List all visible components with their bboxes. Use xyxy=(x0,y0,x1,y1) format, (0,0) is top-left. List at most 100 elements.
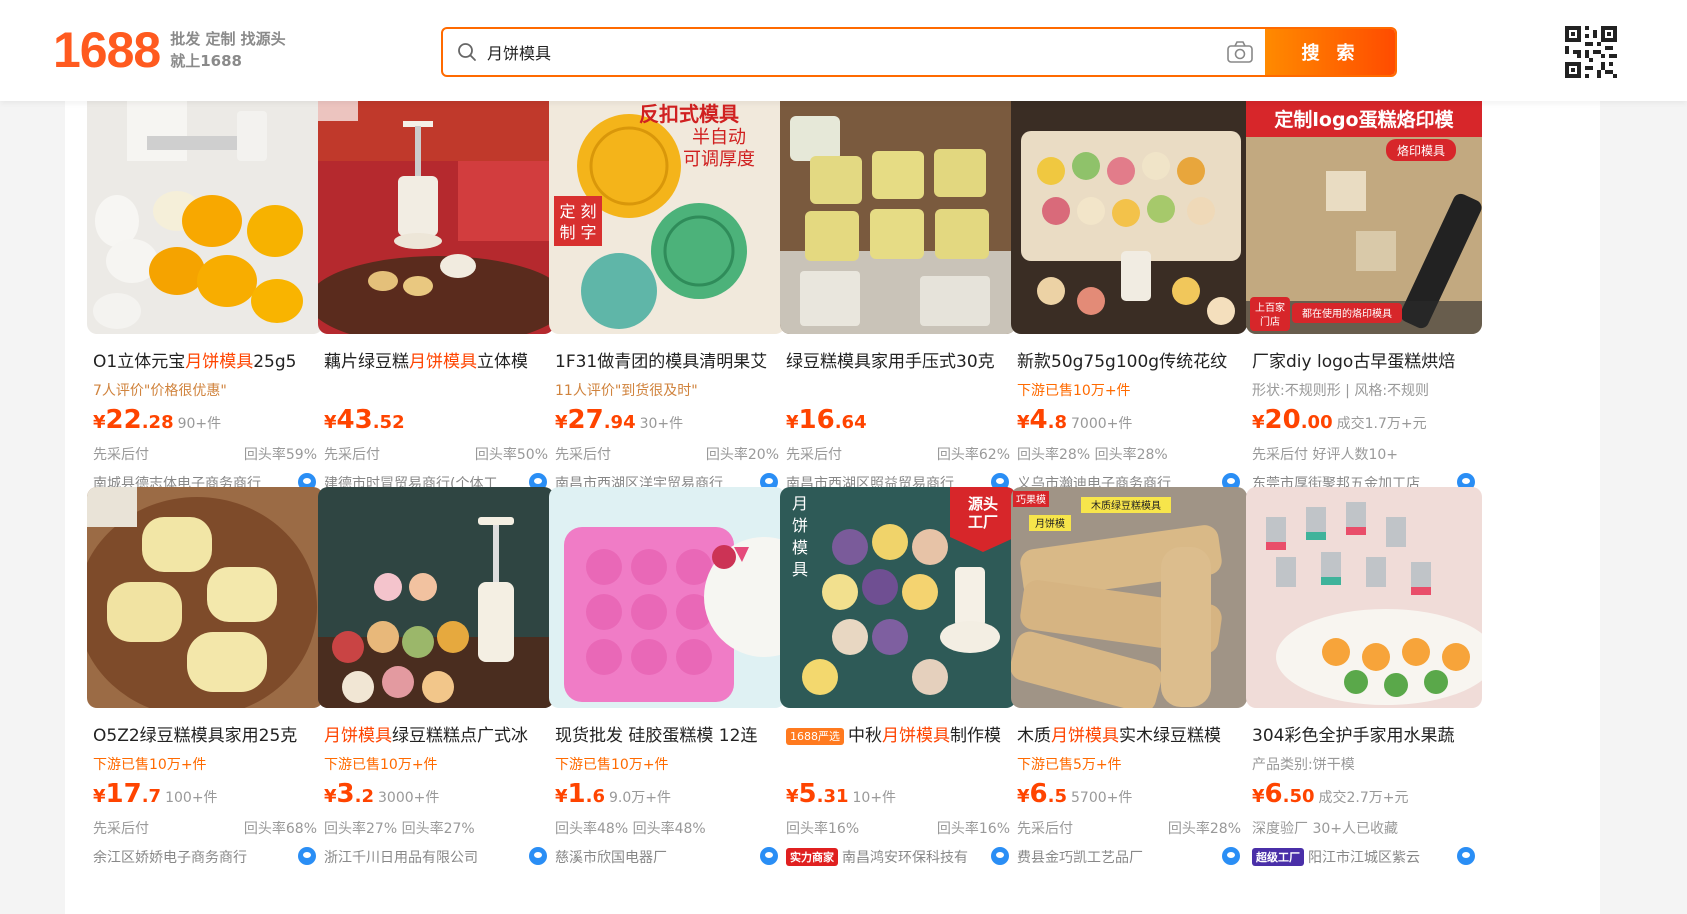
product-title[interactable]: 藕片绿豆糕月饼模具立体模 xyxy=(324,350,556,374)
product-title[interactable]: O5Z2绿豆糕模具家用25克 xyxy=(93,724,325,748)
camera-icon[interactable] xyxy=(1226,40,1254,64)
currency-symbol: ¥ xyxy=(1017,412,1030,433)
title-text: 新款50g75g100g传统花纹 xyxy=(1017,352,1228,372)
product-image[interactable] xyxy=(1011,101,1247,334)
search-input[interactable] xyxy=(487,29,1217,75)
product-price: ¥22.28 90+件 xyxy=(93,405,221,435)
product-image[interactable] xyxy=(87,101,323,334)
product-image[interactable]: 反扣式模具 半自动 可调厚度 定 刻 制 字 xyxy=(549,101,785,334)
store-name[interactable]: 慈溪市欣国电器厂 xyxy=(555,847,755,867)
product-image[interactable] xyxy=(318,101,554,334)
price-decimal: .8 xyxy=(1047,412,1067,433)
product-price: ¥16.64 xyxy=(786,405,871,435)
meta-left: 回头率48% 回头率48% xyxy=(555,821,706,837)
product-subtitle: 形状:不规则形 | 风格:不规则 xyxy=(1252,383,1430,399)
title-keyword: 月饼模具 xyxy=(1051,726,1119,746)
product-meta: 先采后付 回头率68% xyxy=(93,818,317,838)
svg-text:定制logo蛋糕烙印模: 定制logo蛋糕烙印模 xyxy=(1274,108,1454,131)
svg-text:定 刻: 定 刻 xyxy=(559,202,596,221)
meta-left: 先采后付 xyxy=(1017,821,1073,837)
product-image[interactable] xyxy=(549,487,785,708)
product-title[interactable]: 厂家diy logo古早蛋糕烘焙 xyxy=(1252,350,1484,374)
product-image[interactable] xyxy=(318,487,554,708)
product-title[interactable]: 304彩色全护手家用水果蔬 xyxy=(1252,724,1484,748)
site-logo[interactable]: 1688 批发 定制 找源头 就上1688 xyxy=(53,22,286,78)
wangwang-chat-icon[interactable] xyxy=(298,847,316,865)
product-meta: 回头率27% 回头率27% xyxy=(324,818,548,838)
product-title[interactable]: 现货批发 硅胶蛋糕模 12连 xyxy=(555,724,787,748)
svg-text:巧果模: 巧果模 xyxy=(1016,494,1046,506)
slogan-line-1: 批发 定制 找源头 xyxy=(170,30,286,48)
title-text-rest: 25g5 xyxy=(253,352,297,372)
title-keyword: 月饼模具 xyxy=(882,726,950,746)
store-name[interactable]: 余江区娇娇电子商务商行 xyxy=(93,847,293,867)
product-title[interactable]: 绿豆糕模具家用手压式30克 xyxy=(786,350,1018,374)
svg-text:木质绿豆糕模具: 木质绿豆糕模具 xyxy=(1091,499,1161,512)
sold-count: 100+件 xyxy=(165,790,218,806)
wangwang-chat-icon[interactable] xyxy=(1457,847,1475,865)
store-name[interactable]: 实力商家 南昌鸿安环保科技有 xyxy=(786,847,986,867)
wangwang-chat-icon[interactable] xyxy=(991,847,1009,865)
product-meta: 回头率48% 回头率48% xyxy=(555,818,779,838)
meta-left: 深度验厂 30+人已收藏 xyxy=(1252,821,1398,837)
title-keyword: 月饼模具 xyxy=(409,352,477,372)
product-title[interactable]: 新款50g75g100g传统花纹 xyxy=(1017,350,1249,374)
product-meta: 回头率16% 回头率16% xyxy=(786,818,1010,838)
product-image[interactable] xyxy=(87,487,323,708)
svg-text:上百家: 上百家 xyxy=(1255,301,1285,314)
product-price: ¥1.6 9.0万+件 xyxy=(555,779,671,809)
slogan-line-2: 就上1688 xyxy=(170,52,242,70)
price-integer: 6 xyxy=(1029,779,1048,809)
product-image[interactable]: 巧果模 木质绿豆糕模具 月饼模 xyxy=(1011,487,1247,708)
price-integer: 27 xyxy=(567,405,604,435)
qr-code-icon[interactable] xyxy=(1565,26,1617,78)
wangwang-chat-icon[interactable] xyxy=(1222,847,1240,865)
product-image[interactable]: 定制logo蛋糕烙印模 烙印模具 上百家 门店 都在使用的烙印模具 xyxy=(1246,101,1482,334)
price-decimal: .5 xyxy=(1047,786,1067,807)
product-subtitle: 下游已售5万+件 xyxy=(1017,757,1122,773)
store-name[interactable]: 超级工厂 阳江市江城区紫云 xyxy=(1252,847,1452,867)
svg-text:月: 月 xyxy=(792,494,808,513)
price-decimal: .64 xyxy=(834,412,867,433)
svg-text:可调厚度: 可调厚度 xyxy=(683,149,755,170)
meta-right: 回头率62% xyxy=(936,447,1010,463)
product-image[interactable] xyxy=(1246,487,1482,708)
currency-symbol: ¥ xyxy=(93,786,106,807)
price-decimal: .6 xyxy=(585,786,605,807)
store-name[interactable]: 浙江千川日用品有限公司 xyxy=(324,847,524,867)
store-name[interactable]: 费县金巧凯工艺品厂 xyxy=(1017,847,1217,867)
price-decimal: .2 xyxy=(354,786,374,807)
svg-text:半自动: 半自动 xyxy=(692,127,746,148)
search-bar: 搜 索 xyxy=(441,27,1397,77)
product-title[interactable]: O1立体元宝月饼模具25g5 xyxy=(93,350,325,374)
meta-left: 先采后付 好评人数10+ xyxy=(1252,447,1398,463)
meta-left: 回头率16% xyxy=(786,821,860,837)
price-integer: 17 xyxy=(105,779,142,809)
currency-symbol: ¥ xyxy=(1252,412,1265,433)
price-integer: 43 xyxy=(336,405,373,435)
product-title[interactable]: 木质月饼模具实木绿豆糕模 xyxy=(1017,724,1249,748)
sold-count: 90+件 xyxy=(177,416,222,432)
wangwang-chat-icon[interactable] xyxy=(529,847,547,865)
product-grid: O1立体元宝月饼模具25g5 7人评价"价格很优惠" ¥22.28 90+件 先采… xyxy=(65,101,1600,914)
meta-left: 先采后付 xyxy=(93,447,149,463)
product-subtitle: 下游已售10万+件 xyxy=(555,757,669,773)
meta-right: 回头率20% xyxy=(705,447,779,463)
product-image[interactable]: 源头 工厂 月饼 模具 xyxy=(780,487,1016,708)
sold-count: 成交2.7万+元 xyxy=(1318,790,1409,806)
product-title[interactable]: 1F31做青团的模具清明果艾 xyxy=(555,350,787,374)
price-integer: 4 xyxy=(1029,405,1048,435)
product-title[interactable]: 1688严选 中秋月饼模具制作模 xyxy=(786,724,1018,748)
search-button[interactable]: 搜 索 xyxy=(1265,29,1395,75)
product-subtitle: 11人评价"到货很及时" xyxy=(555,383,698,399)
product-image[interactable] xyxy=(780,101,1016,334)
sold-count: 10+件 xyxy=(852,790,897,806)
product-price: ¥27.94 30+件 xyxy=(555,405,683,435)
price-decimal: .28 xyxy=(141,412,174,433)
store-badge: 实力商家 xyxy=(786,848,838,866)
title-text-rest: 实木绿豆糕模 xyxy=(1119,726,1221,746)
wangwang-chat-icon[interactable] xyxy=(760,847,778,865)
price-decimal: .00 xyxy=(1300,412,1333,433)
product-title[interactable]: 月饼模具绿豆糕糕点广式冰 xyxy=(324,724,556,748)
product-price: ¥4.8 7000+件 xyxy=(1017,405,1132,435)
